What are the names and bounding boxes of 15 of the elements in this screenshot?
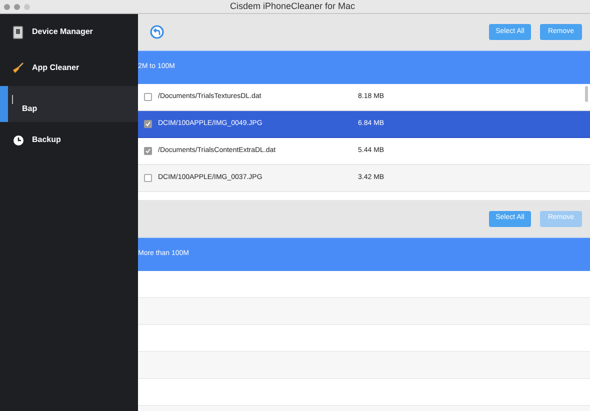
scrollbar[interactable] [585, 86, 588, 102]
close-button[interactable] [4, 4, 10, 10]
window-title: Cisdem iPhoneCleaner for Mac [230, 0, 356, 13]
sidebar-item[interactable]: Bap [0, 86, 138, 122]
broom-icon [12, 62, 24, 74]
sidebar-item[interactable]: Backup [0, 122, 138, 158]
back-icon[interactable] [150, 25, 164, 39]
minimize-button[interactable] [14, 4, 20, 10]
checkbox[interactable] [144, 174, 152, 182]
clock-icon [12, 134, 24, 146]
sidebar-item[interactable]: Device Manager [0, 14, 138, 50]
checkbox[interactable] [144, 93, 152, 101]
sidebar-item[interactable]: App Cleaner [0, 50, 138, 86]
phone-icon [13, 26, 23, 38]
zoom-button[interactable] [24, 4, 30, 10]
